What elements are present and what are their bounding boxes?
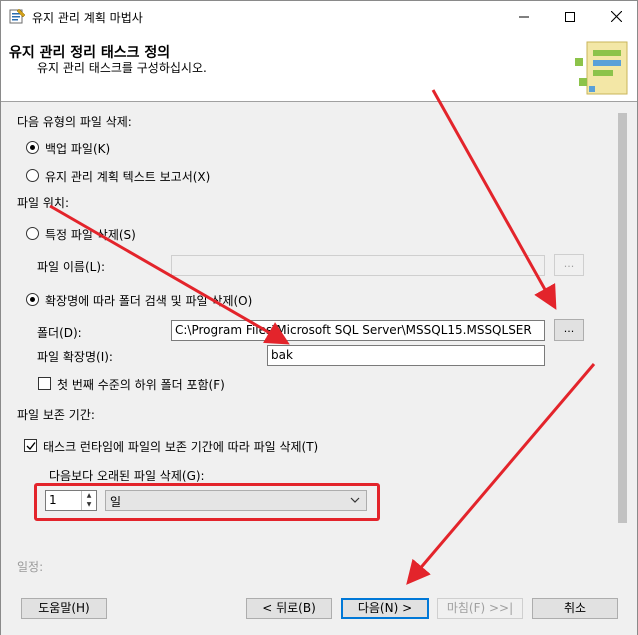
maximize-button[interactable] — [547, 1, 593, 32]
include-subfolders-checkbox[interactable] — [38, 377, 51, 390]
file-age-label: 파일 보존 기간: — [17, 408, 95, 422]
wizard-app-icon — [9, 8, 26, 24]
annotation-highlight-box — [34, 483, 380, 521]
cancel-button[interactable]: 취소 — [532, 598, 618, 619]
radio-text-reports-label[interactable]: 유지 관리 계획 텍스트 보고서(X) — [45, 168, 210, 185]
vertical-scrollbar[interactable] — [614, 103, 631, 582]
radio-backup-files[interactable] — [26, 141, 39, 154]
finish-button[interactable]: 마침(F) >>| — [437, 598, 523, 619]
older-than-label: 다음보다 오래된 파일 삭제(G): — [49, 469, 205, 483]
folder-label: 폴더(D): — [37, 326, 82, 340]
maximize-icon — [565, 11, 575, 22]
include-subfolders-label[interactable]: 첫 번째 수준의 하위 폴더 포함(F) — [57, 376, 225, 393]
wizard-header: 유지 관리 정리 태스크 정의 유지 관리 태스크를 구성하십시오. — [1, 32, 637, 102]
close-button[interactable] — [593, 1, 638, 32]
schedule-label: 일정: — [17, 560, 44, 574]
checkmark-icon — [26, 441, 36, 450]
page-subtitle: 유지 관리 태스크를 구성하십시오. — [37, 61, 207, 75]
wizard-graphic-icon — [575, 41, 628, 95]
delete-type-label: 다음 유형의 파일 삭제: — [17, 115, 132, 129]
radio-specific-file[interactable] — [26, 227, 39, 240]
extension-label: 파일 확장명(I): — [37, 350, 113, 364]
maintenance-plan-wizard-window: 유지 관리 계획 마법사 유지 관리 정리 태스크 정의 유지 관리 태스크를 … — [0, 0, 638, 635]
extension-input[interactable]: bak — [267, 345, 545, 366]
radio-specific-file-label[interactable]: 특정 파일 삭제(S) — [45, 226, 136, 243]
folder-browse-button[interactable]: ... — [554, 319, 584, 341]
file-name-input[interactable] — [171, 255, 545, 276]
close-icon — [610, 11, 622, 22]
minimize-button[interactable] — [501, 1, 547, 32]
title-bar: 유지 관리 계획 마법사 — [1, 1, 637, 32]
delete-by-age-checkbox[interactable] — [24, 439, 37, 452]
back-button[interactable]: < 뒤로(B) — [246, 598, 332, 619]
radio-text-reports[interactable] — [26, 169, 39, 182]
help-button[interactable]: 도움말(H) — [21, 598, 107, 619]
radio-search-folder-label[interactable]: 확장명에 따라 폴더 검색 및 파일 삭제(O) — [45, 292, 252, 309]
minimize-icon — [519, 16, 529, 17]
file-location-label: 파일 위치: — [17, 196, 70, 210]
radio-search-folder[interactable] — [26, 293, 39, 306]
folder-input[interactable]: C:\Program Files\Microsoft SQL Server\MS… — [171, 320, 545, 341]
radio-backup-files-label[interactable]: 백업 파일(K) — [45, 140, 110, 157]
window-title: 유지 관리 계획 마법사 — [32, 11, 143, 25]
scrollbar-thumb[interactable] — [618, 113, 627, 523]
next-button[interactable]: 다음(N) > — [341, 598, 429, 619]
file-name-label: 파일 이름(L): — [37, 260, 106, 274]
delete-by-age-label[interactable]: 태스크 런타임에 파일의 보존 기간에 따라 파일 삭제(T) — [43, 438, 318, 455]
file-name-browse-button[interactable]: ... — [554, 254, 584, 276]
